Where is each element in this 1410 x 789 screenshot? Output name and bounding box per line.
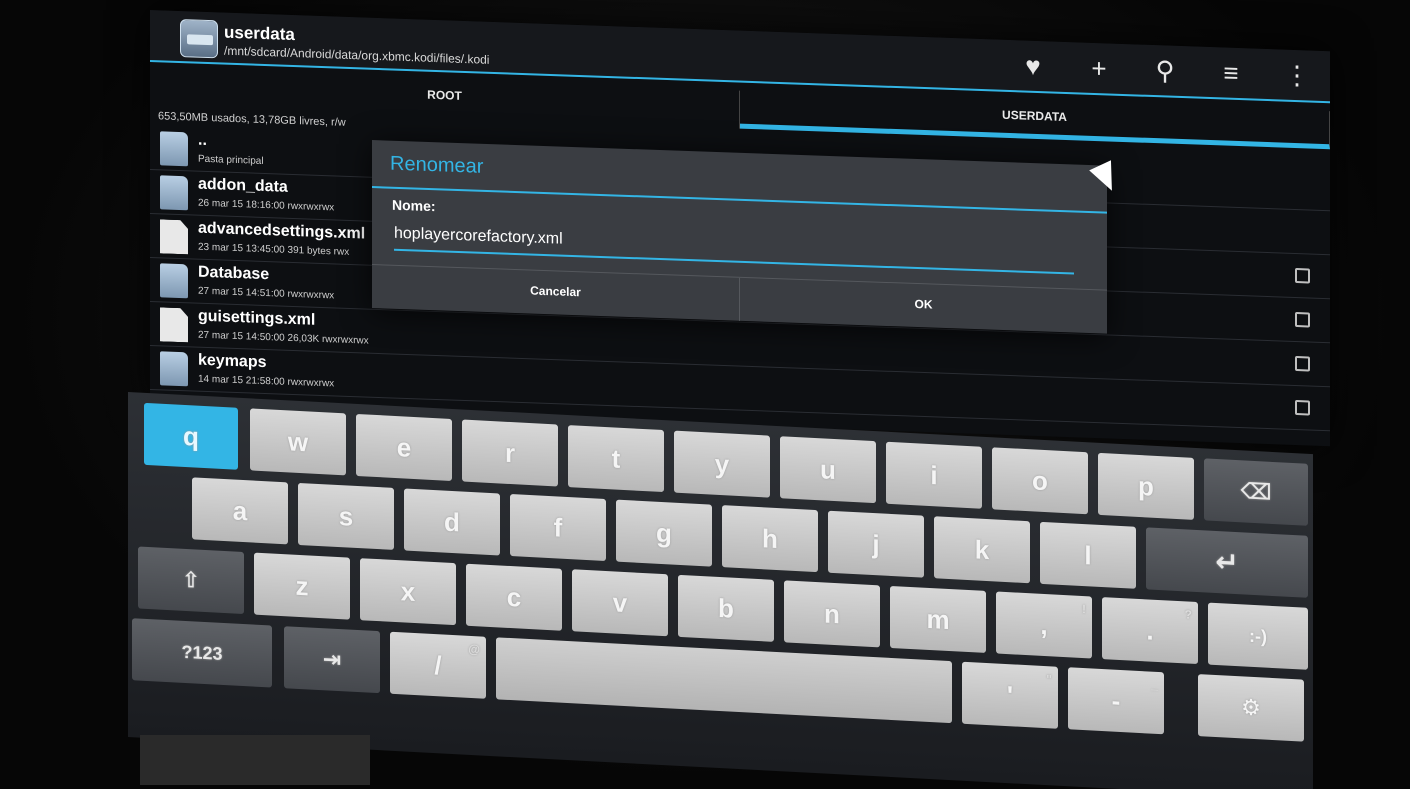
file-meta: 23 mar 15 13:45:00 391 bytes rwx <box>198 241 350 258</box>
onscreen-keyboard: q w e r t y u i o p ⌫ a s d f g h j k l … <box>128 392 1313 789</box>
key-alt-label: @ <box>468 641 480 657</box>
file-icon <box>160 307 188 342</box>
key-alt-label: ! <box>1082 601 1086 617</box>
key-r[interactable]: r <box>462 419 558 487</box>
key-c[interactable]: c <box>466 563 562 631</box>
file-name: advancedsettings.xml <box>198 219 366 243</box>
heart-icon[interactable]: ♥ <box>1018 50 1048 82</box>
key-alt-label: " <box>1046 672 1052 687</box>
key-slash[interactable]: / @ <box>390 631 486 699</box>
key-b[interactable]: b <box>678 574 774 642</box>
key-t[interactable]: t <box>568 425 664 493</box>
key-label: , <box>1040 609 1048 641</box>
space-key[interactable] <box>496 637 952 724</box>
name-label: Nome: <box>392 196 436 215</box>
plus-icon[interactable]: + <box>1084 53 1114 84</box>
file-name: guisettings.xml <box>198 307 316 329</box>
key-q[interactable]: q <box>144 402 238 470</box>
key-label: ' <box>1006 680 1014 711</box>
file-meta: Pasta principal <box>198 153 264 167</box>
select-checkbox[interactable] <box>1295 311 1310 328</box>
key-o[interactable]: o <box>992 447 1088 515</box>
key-comma[interactable]: ,! <box>996 591 1092 659</box>
folder-icon <box>160 263 188 299</box>
file-icon <box>160 219 188 254</box>
key-s[interactable]: s <box>298 482 394 550</box>
symbols-key[interactable]: ?123 <box>132 618 272 688</box>
shift-key[interactable]: ⇧ <box>138 546 244 615</box>
file-name: .. <box>198 131 207 149</box>
enter-key[interactable]: ↵ <box>1146 527 1308 598</box>
key-x[interactable]: x <box>360 558 456 626</box>
action-icons: ♥ + ⚲ ≡ ⋮ <box>1018 50 1312 91</box>
smiley-key[interactable]: :-) <box>1208 602 1308 670</box>
key-n[interactable]: n <box>784 580 880 648</box>
file-meta: 27 mar 15 14:50:00 26,03K rwxrwxrwx <box>198 329 369 347</box>
name-input[interactable] <box>394 218 1074 275</box>
key-alt-label: ? <box>1184 607 1192 622</box>
key-u[interactable]: u <box>780 436 876 504</box>
tab-key[interactable]: ⇥ <box>284 626 380 694</box>
key-w[interactable]: w <box>250 408 346 476</box>
folder-icon <box>160 351 188 387</box>
key-apostrophe[interactable]: ' " <box>962 661 1058 729</box>
key-period[interactable]: .? <box>1102 597 1198 665</box>
folder-app-icon[interactable] <box>180 19 218 59</box>
key-a[interactable]: a <box>192 477 288 545</box>
backspace-key[interactable]: ⌫ <box>1204 458 1308 526</box>
folder-title: userdata <box>224 22 295 45</box>
folder-path: /mnt/sdcard/Android/data/org.xbmc.kodi/f… <box>224 43 490 67</box>
key-g[interactable]: g <box>616 499 712 567</box>
file-meta: 26 mar 15 18:16:00 rwxrwxrwx <box>198 197 335 214</box>
sort-icon[interactable]: ≡ <box>1216 57 1246 88</box>
key-d[interactable]: d <box>404 488 500 556</box>
device-stand <box>140 735 370 785</box>
folder-icon <box>160 175 188 211</box>
key-z[interactable]: z <box>254 552 350 620</box>
folder-icon <box>160 131 188 167</box>
file-name: Database <box>198 263 270 284</box>
select-checkbox[interactable] <box>1295 267 1310 284</box>
key-p[interactable]: p <box>1098 452 1194 520</box>
key-v[interactable]: v <box>572 569 668 637</box>
file-name: addon_data <box>198 175 288 196</box>
select-checkbox[interactable] <box>1295 399 1310 416</box>
key-h[interactable]: h <box>722 505 818 573</box>
file-meta: 27 mar 15 14:51:00 rwxrwxrwx <box>198 285 335 302</box>
overflow-menu-icon[interactable]: ⋮ <box>1282 60 1312 91</box>
dialog-divider <box>372 186 1107 214</box>
key-k[interactable]: k <box>934 516 1030 584</box>
rename-dialog: Renomear Nome: Cancelar OK <box>372 140 1107 334</box>
key-e[interactable]: e <box>356 413 452 481</box>
file-name: keymaps <box>198 351 267 372</box>
key-i[interactable]: i <box>886 441 982 509</box>
key-m[interactable]: m <box>890 585 986 653</box>
key-dash[interactable]: - _ <box>1068 667 1164 735</box>
search-icon[interactable]: ⚲ <box>1150 55 1180 86</box>
key-l[interactable]: l <box>1040 521 1136 589</box>
dialog-title: Renomear <box>390 152 484 178</box>
key-j[interactable]: j <box>828 510 924 578</box>
key-label: - <box>1111 685 1121 717</box>
key-y[interactable]: y <box>674 430 770 498</box>
file-meta: 14 mar 15 21:58:00 rwxrwxrwx <box>198 373 335 390</box>
key-f[interactable]: f <box>510 494 606 562</box>
keyboard-settings-key[interactable]: ⚙ <box>1198 674 1304 742</box>
key-alt-label: _ <box>1151 677 1158 692</box>
select-checkbox[interactable] <box>1295 355 1310 372</box>
key-label: . <box>1146 615 1154 646</box>
key-label: / <box>434 650 442 681</box>
